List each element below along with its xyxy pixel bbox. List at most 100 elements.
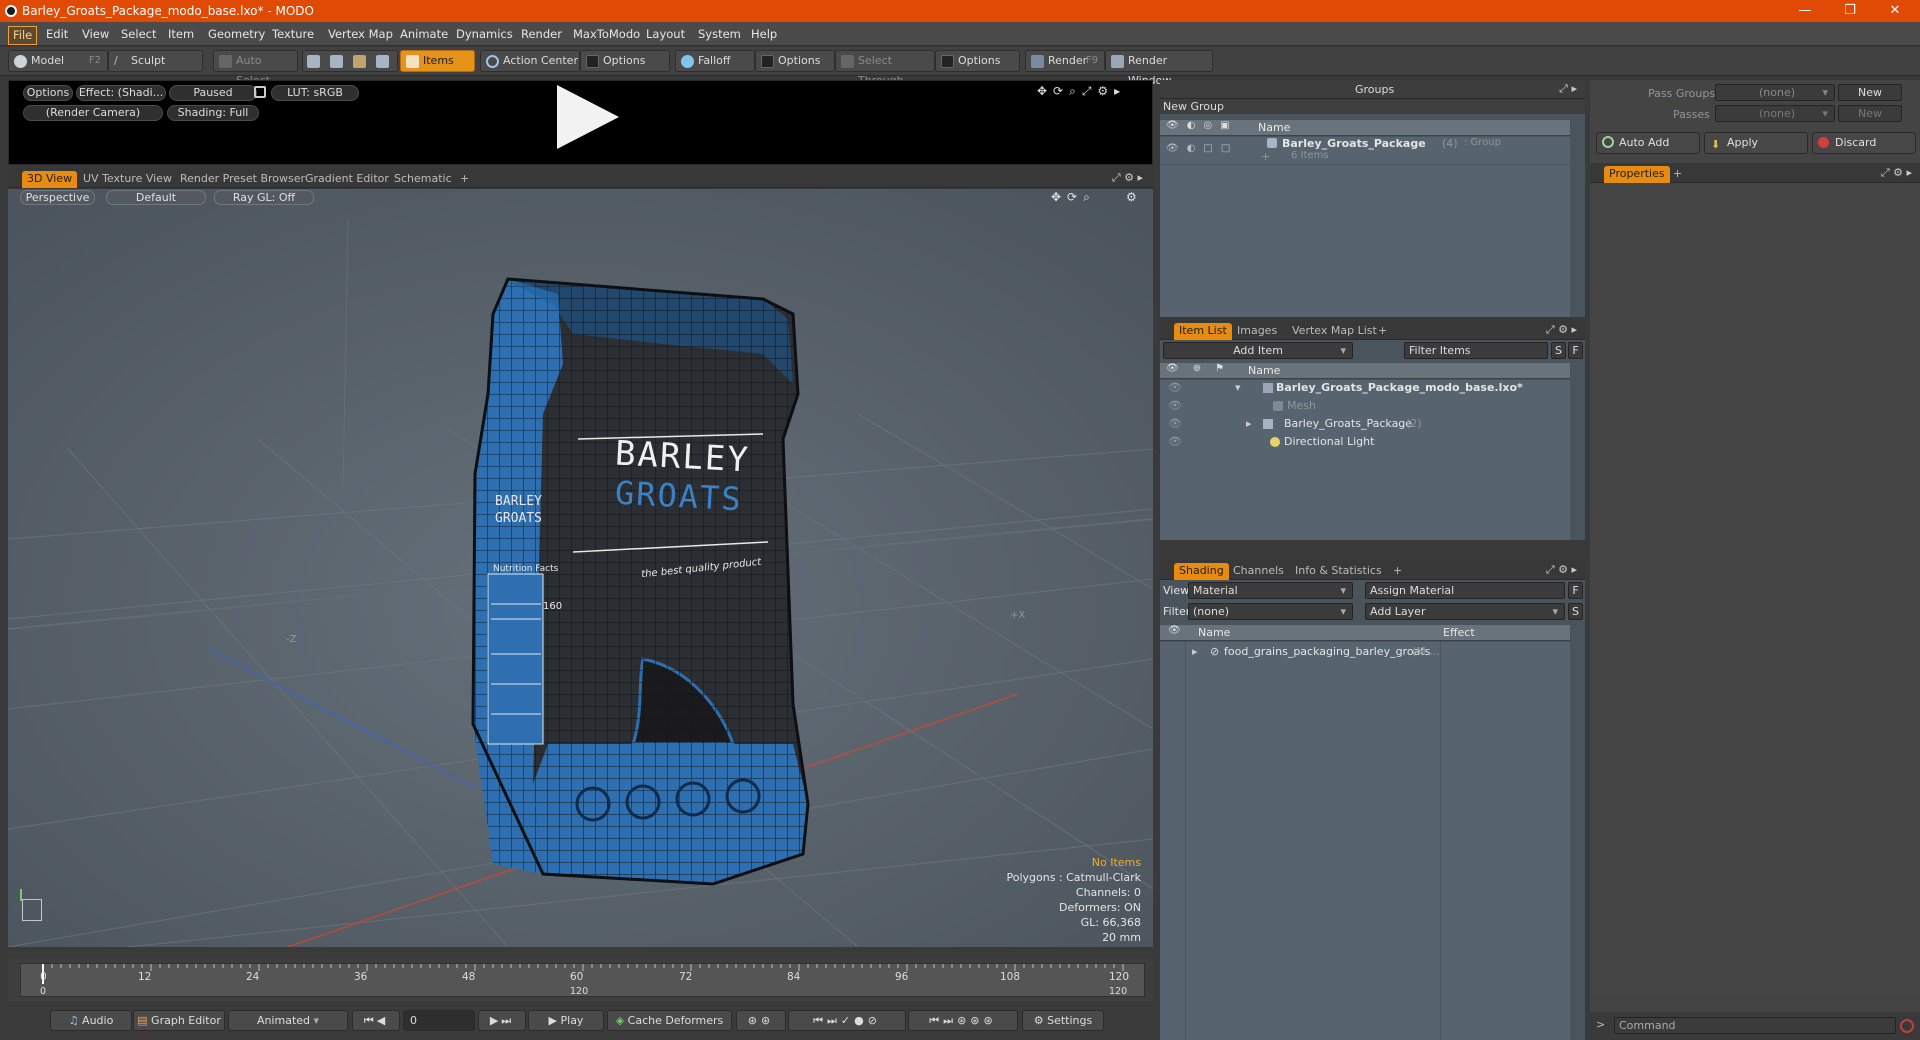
add-item-dropdown[interactable]: Add Item ▾ <box>1163 342 1353 359</box>
apply-button[interactable]: ⬇ Apply <box>1704 132 1808 154</box>
tab-gradient-editor[interactable]: Gradient Editor <box>300 171 394 188</box>
eye-icon[interactable]: 👁 <box>1168 625 1181 636</box>
tab-properties[interactable]: Properties <box>1604 166 1670 183</box>
menu-texture[interactable]: Texture <box>268 26 318 43</box>
items-mode-button[interactable]: Items <box>400 50 475 72</box>
menu-geometry[interactable]: Geometry <box>204 26 269 43</box>
filter-items-input[interactable]: Filter Items <box>1404 342 1548 359</box>
play-preview-icon[interactable] <box>557 85 619 149</box>
add-tab-button[interactable]: + <box>455 171 474 188</box>
tab-schematic[interactable]: Schematic <box>389 171 457 188</box>
camera-dropdown[interactable]: (Render Camera) <box>23 105 163 121</box>
search-f-button[interactable]: F <box>1568 342 1583 359</box>
discard-button[interactable]: Discard <box>1812 132 1916 154</box>
row-visibility-icons[interactable]: 👁◐□□ <box>1166 143 1238 154</box>
key-tools-icons[interactable]: ⊛⊛ <box>736 1010 786 1031</box>
action-center-options-button[interactable]: Options <box>580 50 670 72</box>
expand-icon[interactable]: ⤢ ⚙ ▸ <box>1881 166 1912 180</box>
add-tab-button[interactable]: + <box>1668 166 1687 183</box>
add-tab-button[interactable]: + <box>1388 563 1407 580</box>
minimize-button[interactable]: — <box>1785 1 1825 21</box>
viewport-nav-icons[interactable]: ✥⟳⌕ <box>1051 190 1096 205</box>
effect-column-header[interactable]: Effect <box>1443 626 1475 639</box>
menu-edit[interactable]: Edit <box>42 26 72 43</box>
lut-dropdown[interactable]: LUT: sRGB <box>271 85 359 101</box>
lock-icon[interactable] <box>254 86 266 98</box>
effect-dropdown[interactable]: Effect: (Shadi... <box>76 85 166 101</box>
menu-select[interactable]: Select <box>117 26 160 43</box>
pass-groups-dropdown[interactable]: (none) ▾ <box>1715 84 1835 101</box>
frame-input[interactable]: 0 <box>403 1010 475 1031</box>
timeline[interactable]: 0 12 24 36 48 60 72 84 96 108 120 0 120 … <box>8 959 1153 1001</box>
menu-vertex-map[interactable]: Vertex Map <box>324 26 397 43</box>
preview-nav-icons[interactable]: ✥⟳⌕⤢⚙▸ <box>1037 84 1126 99</box>
tab-channels[interactable]: Channels <box>1228 563 1289 580</box>
model-mode-button[interactable]: Model F2 <box>8 50 108 72</box>
key-navigation-icons[interactable]: ⏮⏭⊛⊛⊛ <box>908 1010 1018 1031</box>
graph-editor-button[interactable]: ▤ Graph Editor <box>133 1010 225 1031</box>
viewport-settings-icon[interactable]: ⤢ ⚙ ▸ <box>1112 171 1143 185</box>
skip-back-buttons[interactable]: ⏮◀ <box>352 1010 400 1031</box>
visibility-column-icons[interactable]: 👁◐◎▣ <box>1166 120 1238 131</box>
menu-system[interactable]: System <box>694 26 745 43</box>
list-item[interactable]: ▸ ⊘ food_grains_packaging_barley_groats … <box>1160 644 1570 660</box>
list-item[interactable]: 👁◐□□ Barley_Groats_Package (4) : Group +… <box>1160 137 1570 165</box>
select-through-options-button[interactable]: Options <box>935 50 1020 72</box>
new-pass-group-button[interactable]: New <box>1838 84 1902 101</box>
viewport-3d[interactable]: Perspective Default Ray GL: Off ✥⟳⌕ ⚙ -Z… <box>8 189 1153 947</box>
tab-info-statistics[interactable]: Info & Statistics <box>1290 563 1387 580</box>
menu-help[interactable]: Help <box>747 26 781 43</box>
filter-dropdown[interactable]: (none) ▾ <box>1188 603 1353 620</box>
settings-button[interactable]: ⚙ Settings <box>1022 1010 1104 1031</box>
tab-shading[interactable]: Shading <box>1174 563 1229 580</box>
menu-view[interactable]: View <box>78 26 113 43</box>
perspective-dropdown[interactable]: Perspective <box>20 190 95 205</box>
tab-images[interactable]: Images <box>1232 323 1282 340</box>
passes-dropdown[interactable]: (none) ▾ <box>1715 105 1835 122</box>
list-item[interactable]: 👁 Mesh <box>1160 398 1570 414</box>
timeline-ruler[interactable]: 0 12 24 36 48 60 72 84 96 108 120 0 120 … <box>20 963 1145 997</box>
s-button[interactable]: S <box>1568 603 1583 620</box>
tab-item-list[interactable]: Item List <box>1174 323 1232 340</box>
falloff-options-button[interactable]: Options <box>755 50 835 72</box>
vertex-mode-icon[interactable] <box>307 55 320 68</box>
column-icons[interactable]: 👁⊕⚑ <box>1166 363 1238 374</box>
menu-render[interactable]: Render <box>517 26 566 43</box>
list-item[interactable]: 👁 ▾ Barley_Groats_Package_modo_base.lxo* <box>1160 380 1570 396</box>
raygl-toggle[interactable]: Ray GL: Off <box>214 190 314 205</box>
menu-file[interactable]: File <box>8 26 38 45</box>
paused-toggle[interactable]: Paused <box>169 85 257 101</box>
edge-mode-icon[interactable] <box>330 55 343 68</box>
render-window-button[interactable]: Render Window <box>1105 50 1213 87</box>
record-icon[interactable] <box>1900 1019 1914 1033</box>
new-group-button[interactable]: New Group <box>1163 100 1224 113</box>
audio-button[interactable]: ♫ Audio <box>50 1010 132 1031</box>
f-button[interactable]: F <box>1568 582 1583 599</box>
cache-deformers-button[interactable]: ◈ Cache Deformers <box>607 1010 732 1031</box>
gear-icon[interactable]: ⚙ <box>1126 190 1137 204</box>
menu-layout[interactable]: Layout <box>642 26 689 43</box>
select-through-button[interactable]: Select Through <box>835 50 935 87</box>
animated-dropdown[interactable]: Animated ▾ <box>228 1010 348 1031</box>
new-pass-button[interactable]: New <box>1838 105 1902 122</box>
tab-3d-view[interactable]: 3D View <box>22 171 78 188</box>
list-item[interactable]: 👁 Directional Light <box>1160 434 1570 450</box>
keyframe-tools-icons[interactable]: ⏮⏭✓●⊘ <box>788 1010 906 1031</box>
menu-dynamics[interactable]: Dynamics <box>452 26 517 43</box>
sculpt-mode-button[interactable]: / Sculpt <box>108 50 203 72</box>
play-button[interactable]: ▶ Play <box>528 1010 604 1031</box>
tab-vertex-map-list[interactable]: Vertex Map List <box>1287 323 1382 340</box>
search-s-button[interactable]: S <box>1551 342 1566 359</box>
name-column-header[interactable]: Name <box>1248 364 1280 377</box>
material-mode-icon[interactable] <box>376 55 389 68</box>
assign-material-button[interactable]: Assign Material <box>1365 582 1565 599</box>
name-column-header[interactable]: Name <box>1198 626 1230 639</box>
view-dropdown[interactable]: Material ▾ <box>1188 582 1353 599</box>
tab-uv-texture-view[interactable]: UV Texture View <box>78 171 177 188</box>
shading-dropdown[interactable]: Shading: Full <box>167 105 259 121</box>
expand-icon[interactable]: ⤢ ⚙ ▸ <box>1546 563 1577 577</box>
menu-item[interactable]: Item <box>164 26 198 43</box>
close-button[interactable]: ✕ <box>1875 1 1915 21</box>
polygon-mode-icon[interactable] <box>353 55 366 68</box>
auto-add-button[interactable]: Auto Add <box>1596 132 1700 154</box>
